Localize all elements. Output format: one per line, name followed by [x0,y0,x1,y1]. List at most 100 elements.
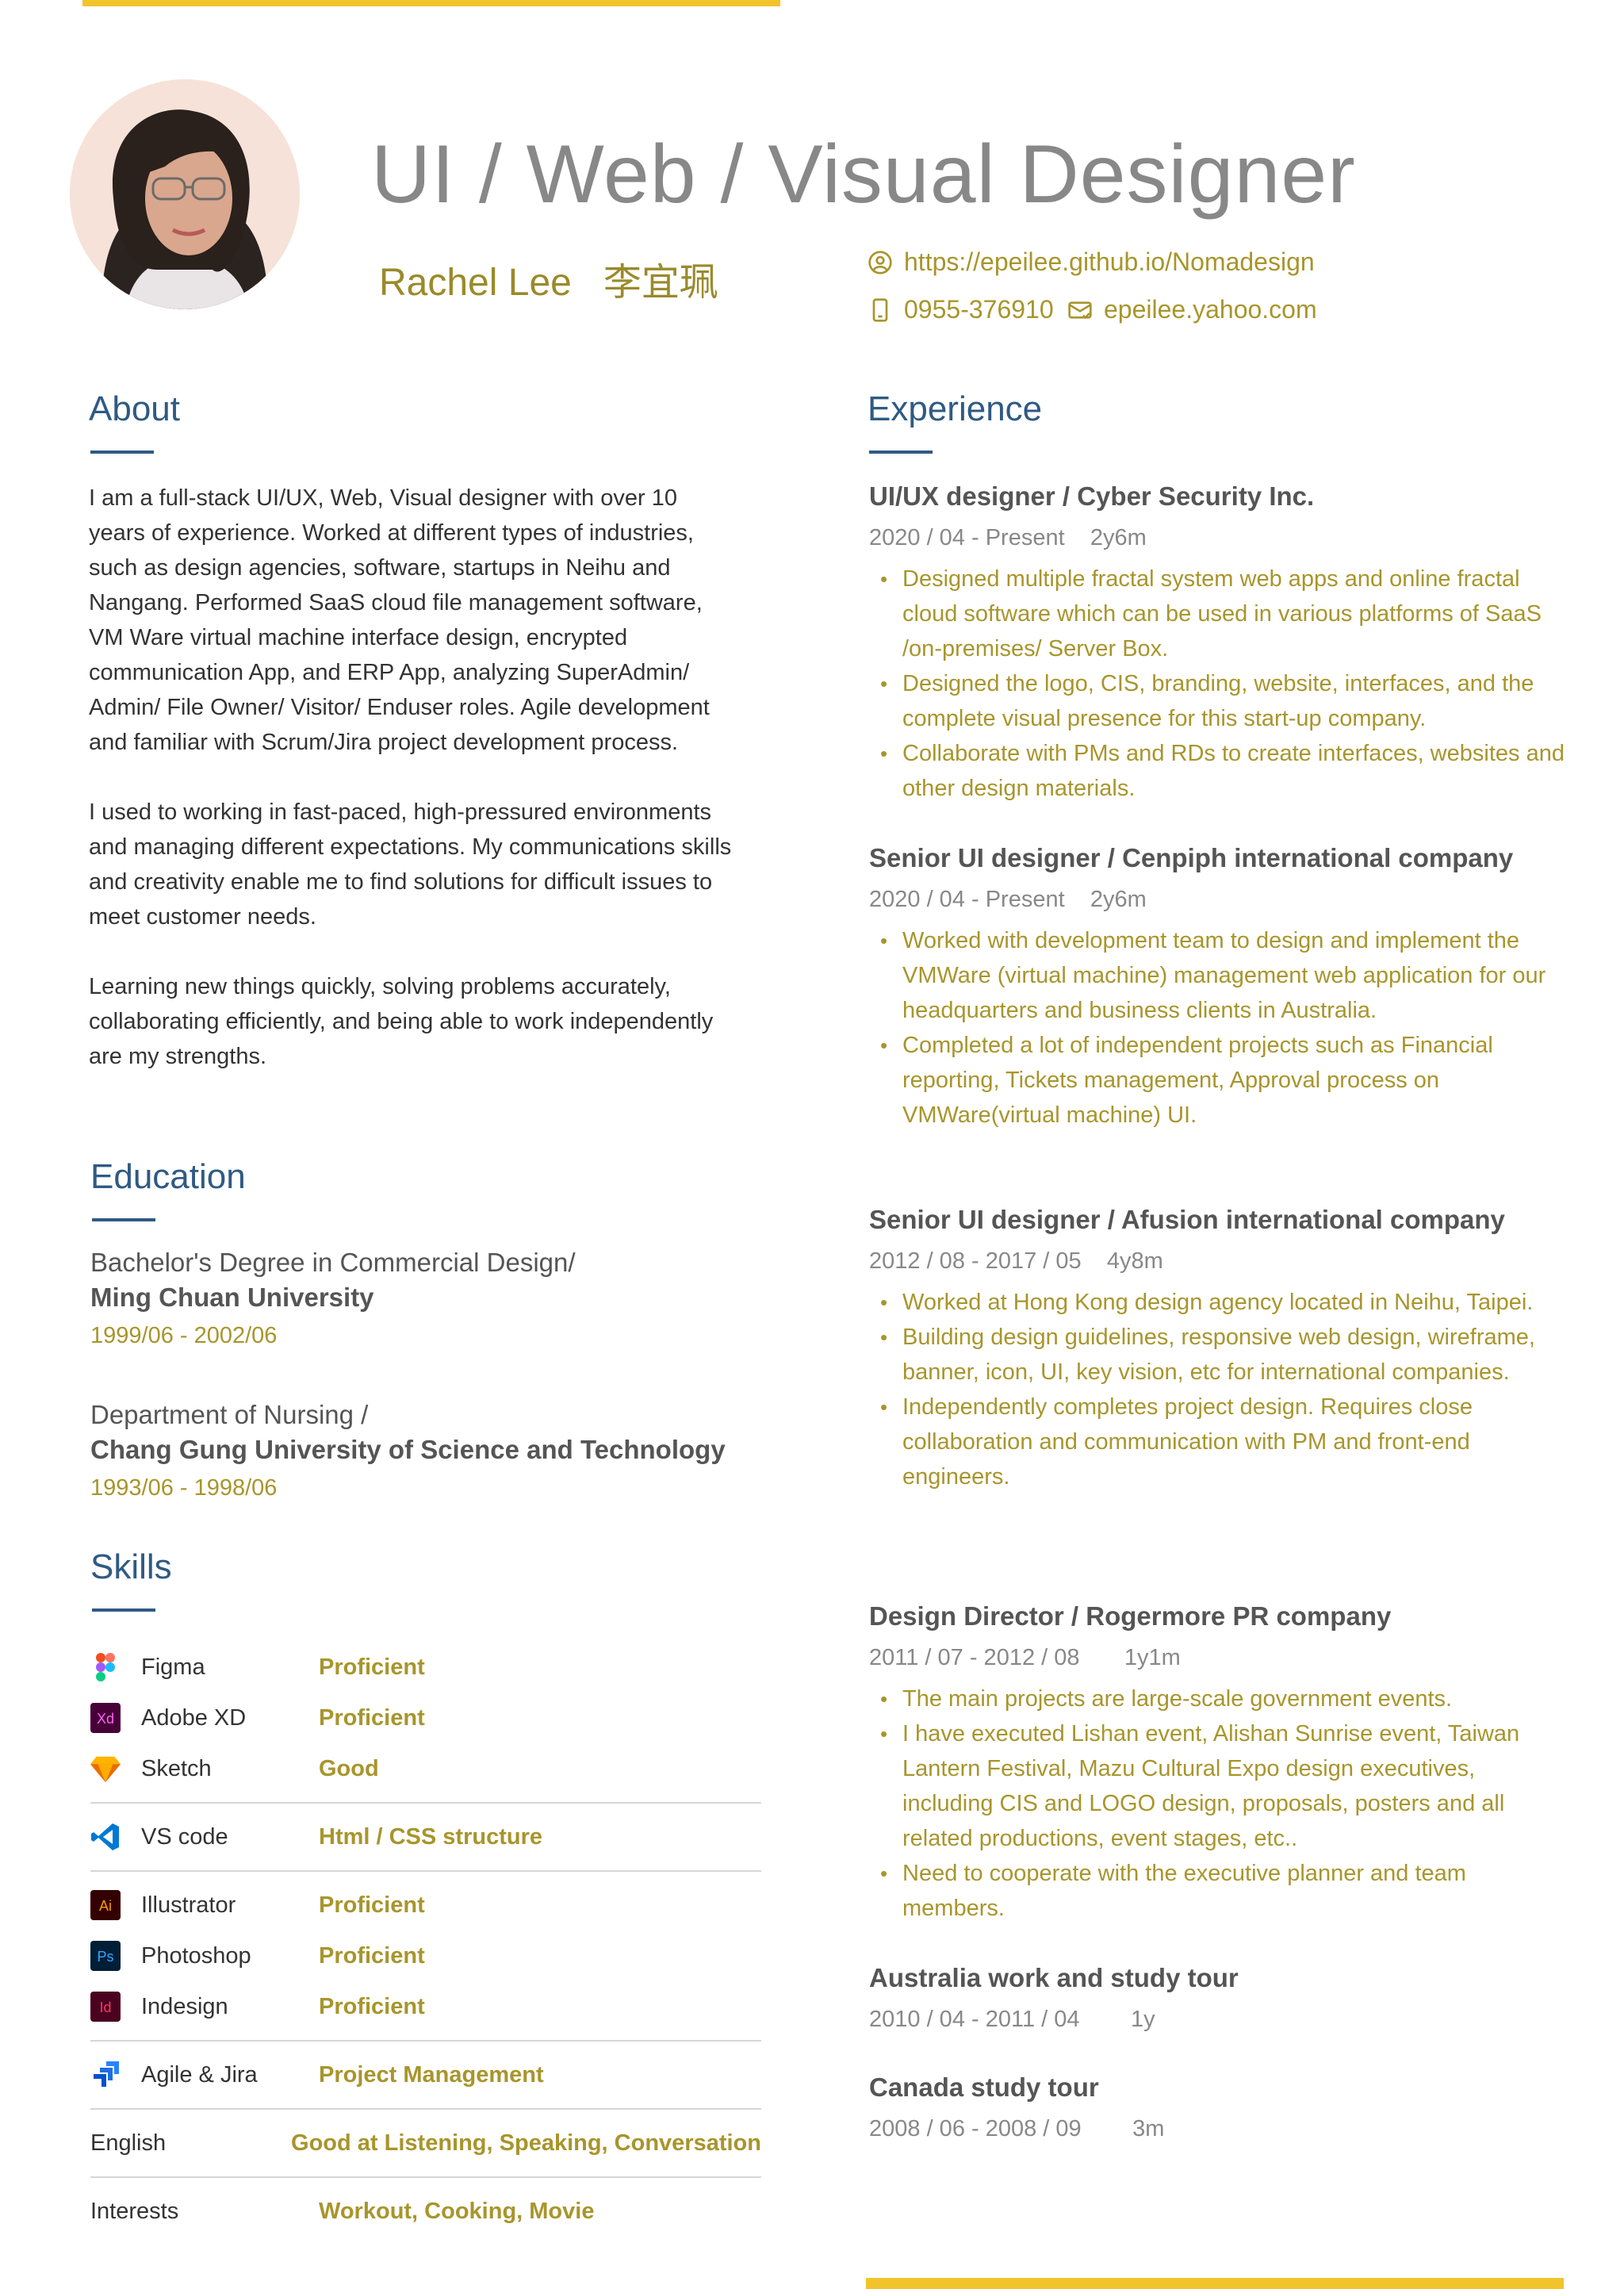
experience-item: Design Director / Rogermore PR company 2… [869,1599,1567,1926]
phone-icon [868,297,893,323]
skill-level: Proficient [319,1654,425,1680]
skill-group-design: Figma Proficient Xd Adobe XD Proficient … [90,1634,761,1804]
experience-item: Senior UI designer / Afusion internation… [869,1202,1567,1494]
skill-level: Proficient [319,1993,425,2019]
photoshop-icon: Ps [90,1941,121,1971]
skill-group-code: VS code Html / CSS structure [90,1804,761,1872]
experience-bullet: Worked with development team to design a… [869,923,1567,1028]
skill-row: Sketch Good [90,1743,761,1794]
skill-row: Ai Illustrator Proficient [90,1880,761,1931]
experience-dates: 2008 / 06 - 2008 / 09 3m [869,2116,1165,2141]
email-address[interactable]: epeilee.yahoo.com [1104,295,1317,324]
top-accent-bar [82,0,780,6]
experience-bullet: Need to cooperate with the executive pla… [869,1856,1567,1926]
skill-row: Figma Proficient [90,1642,761,1693]
skill-level: Proficient [319,1704,425,1731]
experience-bullet: Completed a lot of independent projects … [869,1028,1567,1133]
skill-level: Proficient [319,1942,425,1969]
person-name: Rachel Lee 李宜珮 [379,251,718,306]
skill-level: Html / CSS structure [319,1823,542,1850]
experience-bullets: The main projects are large-scale govern… [869,1681,1567,1926]
experience-dates: 2011 / 07 - 2012 / 08 1y1m [869,1645,1181,1670]
experience-bullets: Designed multiple fractal system web app… [869,562,1567,806]
jira-icon [90,2060,121,2090]
skills-list: Figma Proficient Xd Adobe XD Proficient … [90,1634,761,2245]
svg-text:Ai: Ai [99,1898,112,1914]
experience-bullet: Collaborate with PMs and RDs to create i… [869,736,1567,806]
skill-group-interests: Interests Workout, Cooking, Movie [90,2178,761,2245]
about-paragraph: I used to working in fast-paced, high-pr… [89,799,732,930]
skill-name: VS code [141,1823,228,1850]
skill-row: Id Indesign Proficient [90,1981,761,2032]
contact-website[interactable]: https://epeilee.github.io/Nomadesign [868,247,1315,277]
skill-row: English Good at Listening, Speaking, Con… [90,2118,761,2168]
skill-level: Good [319,1755,379,1781]
experience-role: Design Director / Rogermore PR company [869,1601,1392,1631]
skill-name: Interests [90,2198,179,2224]
experience-role: UI/UX designer / Cyber Security Inc. [869,481,1315,511]
skill-row: Ps Photoshop Proficient [90,1931,761,1981]
skill-level: Good at Listening, Speaking, Conversatio… [291,2130,761,2156]
bottom-accent-bar [866,2278,1564,2289]
skills-heading: Skills [90,1547,172,1612]
skill-name: Figma [141,1654,205,1680]
experience-dates: 2010 / 04 - 2011 / 04 1y [869,2007,1155,2032]
vscode-icon [90,1822,121,1852]
experience-bullet: Building design guidelines, responsive w… [869,1320,1567,1390]
svg-text:Xd: Xd [97,1711,114,1727]
education-heading: Education [90,1157,246,1221]
experience-dates: 2020 / 04 - Present 2y6m [869,525,1147,550]
skill-name: Indesign [141,1993,228,2019]
adobe-xd-icon: Xd [90,1703,121,1733]
skill-name: English [90,2130,167,2156]
experience-item: UI/UX designer / Cyber Security Inc. 202… [869,479,1567,806]
experience-dates: 2012 / 08 - 2017 / 05 4y8m [869,1248,1163,1274]
skill-group-language: English Good at Listening, Speaking, Con… [90,2110,761,2178]
education-degree: Department of Nursing / [90,1400,369,1429]
education-item: Department of Nursing / Chang Gung Unive… [90,1398,788,1501]
svg-text:Ps: Ps [97,1949,113,1965]
skill-row: Interests Workout, Cooking, Movie [90,2186,761,2237]
figma-icon [90,1652,121,1682]
education-degree: Bachelor's Degree in Commercial Design/ [90,1248,576,1277]
experience-bullets: Worked with development team to design a… [869,923,1567,1133]
experience-item: Australia work and study tour 2010 / 04 … [869,1961,1567,2035]
skill-group-pm: Agile & Jira Project Management [90,2042,761,2110]
skill-level: Project Management [319,2061,544,2088]
name-en: Rachel Lee [379,262,572,304]
illustrator-icon: Ai [90,1890,121,1920]
contact-phone[interactable]: 0955-376910 [868,295,1054,324]
experience-dates: 2020 / 04 - Present 2y6m [869,887,1147,912]
page-title: UI / Web / Visual Designer [371,128,1356,220]
sketch-icon [90,1754,121,1784]
about-paragraph: Learning new things quickly, solving pro… [89,974,714,1069]
about-heading: About [89,389,180,454]
phone-number[interactable]: 0955-376910 [904,295,1054,324]
education-dates: 1999/06 - 2002/06 [90,1323,278,1348]
education-school: Chang Gung University of Science and Tec… [90,1435,726,1464]
about-text: I am a full-stack UI/UX, Web, Visual des… [89,481,739,1109]
user-circle-icon [868,250,893,275]
education-item: Bachelor's Degree in Commercial Design/ … [90,1245,788,1349]
experience-heading: Experience [868,389,1043,454]
experience-bullet: I have executed Lishan event, Alishan Su… [869,1716,1567,1856]
experience-bullet: Designed the logo, CIS, branding, websit… [869,666,1567,736]
experience-bullet: Designed multiple fractal system web app… [869,562,1567,666]
skill-row: VS code Html / CSS structure [90,1812,761,1862]
experience-item: Canada study tour 2008 / 06 - 2008 / 09 … [869,2070,1567,2145]
contact-email[interactable]: epeilee.yahoo.com [1067,295,1317,324]
website-link[interactable]: https://epeilee.github.io/Nomadesign [904,247,1315,277]
skill-name: Agile & Jira [141,2061,258,2088]
experience-bullet: Worked at Hong Kong design agency locate… [869,1285,1567,1320]
experience-role: Senior UI designer / Cenpiph internation… [869,843,1514,872]
experience-role: Senior UI designer / Afusion internation… [869,1205,1505,1234]
experience-item: Senior UI designer / Cenpiph internation… [869,841,1567,1133]
skill-level: Workout, Cooking, Movie [319,2198,595,2224]
about-paragraph: I am a full-stack UI/UX, Web, Visual des… [89,485,710,755]
avatar [70,79,300,309]
skill-name: Photoshop [141,1942,251,1969]
experience-bullet: The main projects are large-scale govern… [869,1681,1567,1716]
mail-icon [1067,297,1093,323]
skill-name: Adobe XD [141,1704,247,1731]
skill-row: Xd Adobe XD Proficient [90,1693,761,1743]
